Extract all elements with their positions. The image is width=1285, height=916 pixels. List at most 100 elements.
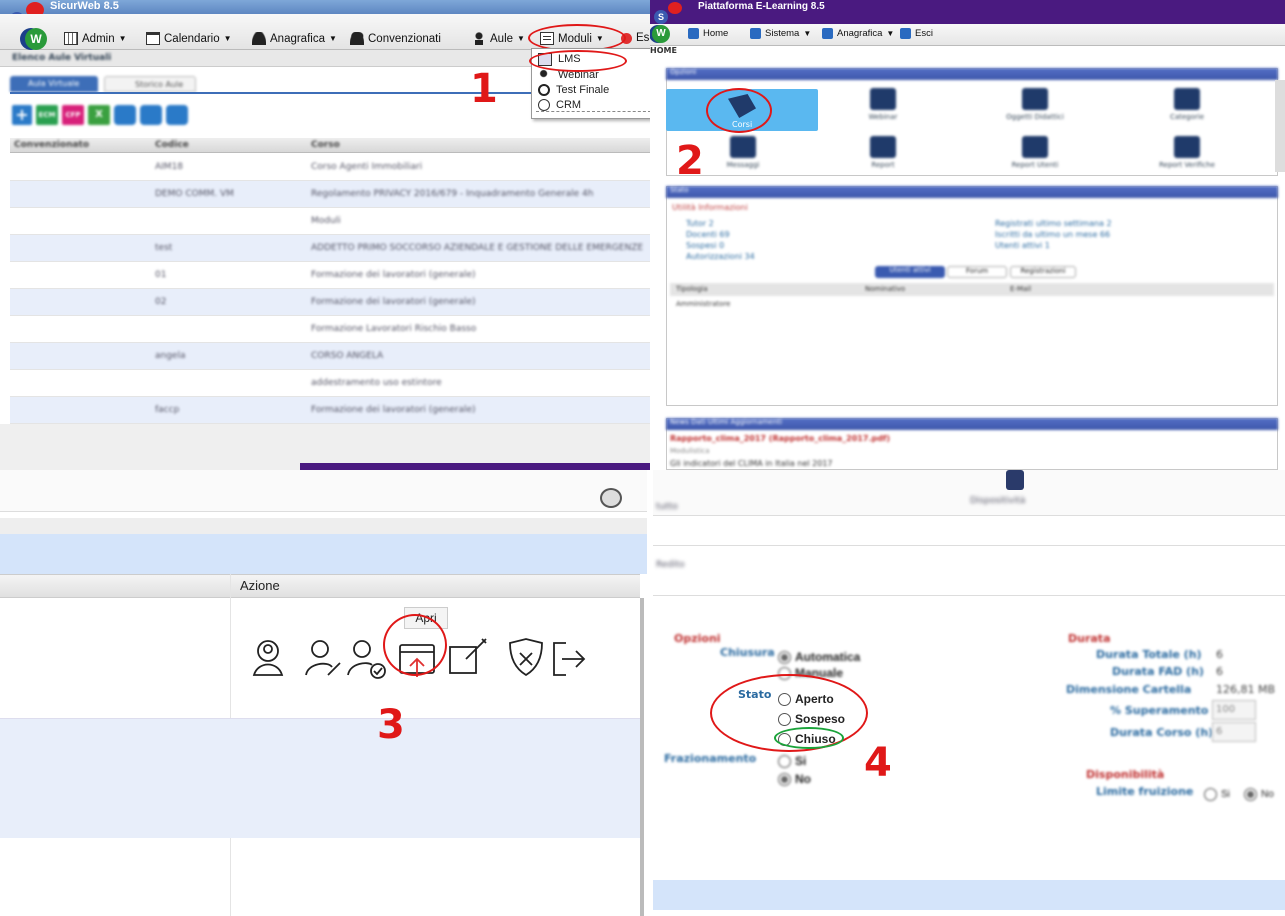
table-row[interactable]: 02 Formazione dei lavoratori (generale) <box>10 289 650 316</box>
dropdown-item-crm[interactable]: CRM <box>536 98 650 112</box>
durata-fad-label: Durata FAD (h) <box>1112 665 1204 678</box>
tab-utenti-attivi[interactable]: Utenti attivi <box>875 266 945 278</box>
menu-convenzionati[interactable]: Convenzionati <box>350 32 441 45</box>
cell-corso: addestramento uso estintore <box>311 378 442 388</box>
radio-automatica[interactable] <box>778 650 791 664</box>
fraz-si[interactable]: Si <box>778 754 806 768</box>
limite-no[interactable]: No <box>1244 788 1274 801</box>
menu-calendario[interactable]: Calendario ▼ <box>146 32 232 45</box>
menu-anagrafica-el[interactable]: Anagrafica ▼ <box>822 28 894 39</box>
edit-icon[interactable] <box>449 638 487 674</box>
cell-codice: faccp <box>155 405 180 415</box>
br-row1: tutto <box>656 502 678 512</box>
bl-scrollbar[interactable] <box>640 598 644 916</box>
table-row[interactable]: 01 Formazione dei lavoratori (generale) <box>10 262 650 289</box>
add-button[interactable]: + <box>12 105 32 125</box>
disponibilita-heading: Disponibilità <box>1086 768 1165 781</box>
grid-icon <box>64 32 78 45</box>
w-logo[interactable]: W <box>25 28 47 50</box>
col-convenzionato[interactable]: Convenzionato <box>14 140 89 150</box>
option-tile[interactable]: Report Verifiche <box>1132 133 1242 178</box>
tab-registrazioni[interactable]: Registrazioni <box>1010 266 1076 278</box>
dispositivita-icon <box>1006 470 1024 490</box>
bl-bar <box>0 518 650 534</box>
elearning-title: Piattaforma E-Learning 8.5 <box>698 1 825 12</box>
stats-row: Amministratore <box>676 300 731 308</box>
table-row[interactable]: Moduli <box>10 208 650 235</box>
table-row[interactable]: faccp Formazione dei lavoratori (generale… <box>10 397 650 424</box>
menu-home-label: Home <box>703 28 729 39</box>
superamento-input[interactable]: 100 <box>1212 700 1256 720</box>
step-1-label: 1 <box>470 66 498 112</box>
option-tile[interactable]: Report Utenti <box>980 133 1090 178</box>
tab-aula-virtuale[interactable]: Aula Virtuale <box>10 76 98 92</box>
cell-codice: DEMO COMM. VM <box>155 189 234 199</box>
automatica-label: Automatica <box>795 650 861 664</box>
table-row[interactable]: Formazione Lavoratori Rischio Basso <box>10 316 650 343</box>
option-tile[interactable]: Report <box>828 133 938 178</box>
grid-header: Convenzionato Codice Corso <box>10 138 650 153</box>
br-row-1 <box>650 518 1285 546</box>
menu-aule[interactable]: Aule ▼ <box>472 32 525 45</box>
breadcrumb: HOME <box>650 46 677 55</box>
fraz-no[interactable]: No <box>778 772 811 786</box>
bl-row-alt <box>0 718 640 838</box>
tab-storico-aule[interactable]: Storico Aule <box>104 76 196 92</box>
radio-limite-si[interactable] <box>1204 788 1217 801</box>
option-tile[interactable]: Webinar <box>828 85 938 130</box>
news-link[interactable]: Rapporto_clima_2017 (Rapporto_clima_2017… <box>670 434 890 443</box>
ecm-button[interactable]: ECM <box>36 105 58 125</box>
logout-icon[interactable] <box>553 642 586 676</box>
table-row[interactable]: angela CORSO ANGELA <box>10 343 650 370</box>
group-icon[interactable] <box>252 640 284 676</box>
table-row[interactable]: test ADDETTO PRIMO SOCCORSO AZIENDALE E G… <box>10 235 650 262</box>
user-icon <box>252 32 266 45</box>
menu-admin[interactable]: Admin ▼ <box>64 32 127 45</box>
system-icon <box>750 28 761 39</box>
options-scrollbar[interactable] <box>1275 80 1285 172</box>
table-row[interactable]: addestramento uso estintore <box>10 370 650 397</box>
radio-fraz-si[interactable] <box>778 754 791 768</box>
option-icon <box>870 136 896 158</box>
clock-icon <box>538 84 550 96</box>
option-label: Report Utenti <box>1011 161 1059 169</box>
stats-header: Stato <box>666 186 1278 198</box>
approve-user-icon[interactable] <box>347 640 386 679</box>
limite-si[interactable]: Si <box>1204 788 1230 801</box>
col-codice[interactable]: Codice <box>155 140 189 150</box>
edit-user-icon[interactable] <box>305 640 341 676</box>
col-nominativo: Nominativo <box>865 285 906 293</box>
chevron-down-icon: ▼ <box>803 29 812 38</box>
menu-sistema[interactable]: Sistema ▼ <box>750 28 811 39</box>
print-list-icon[interactable] <box>166 105 188 125</box>
dropdown-item-test-finale[interactable]: Test Finale <box>536 83 650 97</box>
cell-corso: Corso Agenti Immobiliari <box>311 162 423 172</box>
cell-corso: Formazione dei lavoratori (generale) <box>311 405 476 415</box>
table-row[interactable]: DEMO COMM. VM Regolamento PRIVACY 2016/67… <box>10 181 650 208</box>
durata-corso-input[interactable]: 6 <box>1212 722 1256 742</box>
option-tile[interactable]: Oggetti Didattici <box>980 85 1090 130</box>
chiusura-automatica[interactable]: Automatica <box>778 650 860 664</box>
elearning-w-logo[interactable]: W <box>652 25 670 43</box>
col-corso[interactable]: Corso <box>311 140 340 150</box>
radio-fraz-no[interactable] <box>778 772 791 786</box>
print-icon[interactable] <box>114 105 136 125</box>
search-icon[interactable] <box>140 105 162 125</box>
chevron-down-icon: ▼ <box>223 34 232 43</box>
radio-limite-no[interactable] <box>1244 788 1257 801</box>
chevron-down-icon: ▼ <box>517 34 525 43</box>
cell-codice: test <box>155 243 173 253</box>
option-tile[interactable]: Messaggi <box>688 133 798 178</box>
close-shield-icon[interactable] <box>509 638 543 677</box>
chat-icon[interactable] <box>600 488 622 508</box>
menu-home[interactable]: Home <box>688 28 728 39</box>
highlight-corsi <box>706 88 772 133</box>
menu-admin-label: Admin <box>82 32 115 45</box>
cfp-button[interactable]: CFP <box>62 105 84 125</box>
excel-button[interactable]: X <box>88 105 110 125</box>
option-tile[interactable]: Categorie <box>1132 85 1242 130</box>
tab-forum[interactable]: Forum <box>947 266 1007 278</box>
menu-anagrafica[interactable]: Anagrafica ▼ <box>252 32 337 45</box>
table-row[interactable]: AIM18 Corso Agenti Immobiliari <box>10 154 650 181</box>
menu-esci-el[interactable]: Esci <box>900 28 933 39</box>
